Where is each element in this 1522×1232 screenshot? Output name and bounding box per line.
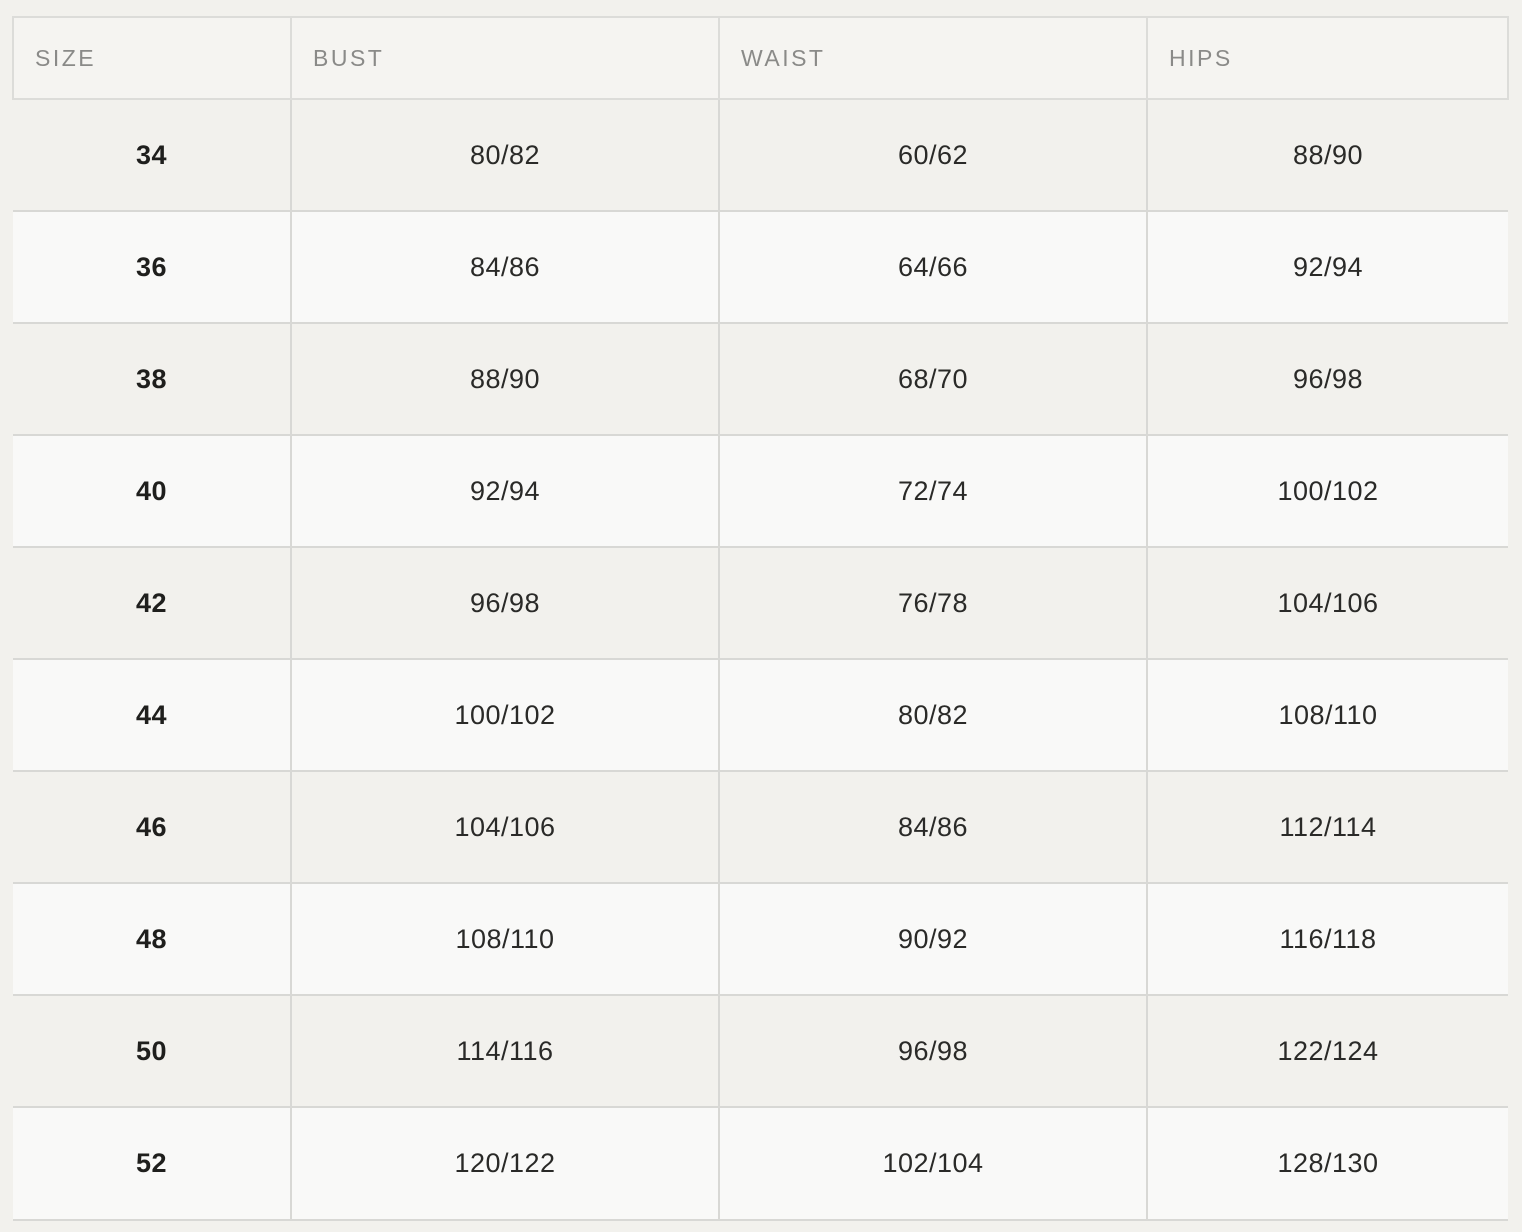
table-row: 48 108/110 90/92 116/118 (13, 883, 1508, 996)
hips-cell: 92/94 (1147, 211, 1508, 324)
bust-cell: 108/110 (291, 883, 720, 996)
table-row: 40 92/94 72/74 100/102 (13, 435, 1508, 548)
hips-cell: 96/98 (1147, 323, 1508, 436)
size-cell: 42 (13, 547, 292, 660)
bust-cell: 96/98 (291, 547, 720, 660)
hips-cell: 108/110 (1147, 659, 1508, 772)
table-row: 50 114/116 96/98 122/124 (13, 995, 1508, 1108)
size-chart: SIZE BUST WAIST HIPS 34 80/82 60/62 88/9… (12, 16, 1509, 1221)
size-cell: 48 (13, 883, 292, 996)
table-row: 34 80/82 60/62 88/90 (13, 99, 1508, 212)
size-cell: 40 (13, 435, 292, 548)
column-header-size: SIZE (12, 16, 292, 100)
hips-cell: 116/118 (1147, 883, 1508, 996)
table-row: 46 104/106 84/86 112/114 (13, 771, 1508, 884)
table-row: 42 96/98 76/78 104/106 (13, 547, 1508, 660)
waist-cell: 60/62 (719, 99, 1148, 212)
size-cell: 44 (13, 659, 292, 772)
waist-cell: 76/78 (719, 547, 1148, 660)
bust-cell: 120/122 (291, 1107, 720, 1221)
size-cell: 34 (13, 99, 292, 212)
size-cell: 38 (13, 323, 292, 436)
waist-cell: 96/98 (719, 995, 1148, 1108)
table-row: 36 84/86 64/66 92/94 (13, 211, 1508, 324)
size-cell: 36 (13, 211, 292, 324)
table-row: 52 120/122 102/104 128/130 (13, 1107, 1508, 1221)
bust-cell: 92/94 (291, 435, 720, 548)
column-header-waist: WAIST (718, 16, 1148, 100)
table-row: 38 88/90 68/70 96/98 (13, 323, 1508, 436)
column-header-hips: HIPS (1146, 16, 1509, 100)
hips-cell: 88/90 (1147, 99, 1508, 212)
hips-cell: 112/114 (1147, 771, 1508, 884)
bust-cell: 104/106 (291, 771, 720, 884)
table-header: SIZE BUST WAIST HIPS (12, 16, 1509, 100)
column-header-bust: BUST (290, 16, 720, 100)
bust-cell: 80/82 (291, 99, 720, 212)
waist-cell: 90/92 (719, 883, 1148, 996)
hips-cell: 104/106 (1147, 547, 1508, 660)
bust-cell: 100/102 (291, 659, 720, 772)
size-cell: 52 (13, 1107, 292, 1221)
bust-cell: 84/86 (291, 211, 720, 324)
size-cell: 46 (13, 771, 292, 884)
bust-cell: 88/90 (291, 323, 720, 436)
table-row: 44 100/102 80/82 108/110 (13, 659, 1508, 772)
waist-cell: 64/66 (719, 211, 1148, 324)
table-body: 34 80/82 60/62 88/90 36 84/86 64/66 92/9… (13, 99, 1508, 1221)
waist-cell: 72/74 (719, 435, 1148, 548)
waist-cell: 68/70 (719, 323, 1148, 436)
header-row: SIZE BUST WAIST HIPS (12, 16, 1509, 100)
waist-cell: 80/82 (719, 659, 1148, 772)
hips-cell: 100/102 (1147, 435, 1508, 548)
hips-cell: 128/130 (1147, 1107, 1508, 1221)
waist-cell: 84/86 (719, 771, 1148, 884)
bust-cell: 114/116 (291, 995, 720, 1108)
waist-cell: 102/104 (719, 1107, 1148, 1221)
size-table: SIZE BUST WAIST HIPS 34 80/82 60/62 88/9… (12, 16, 1509, 1221)
hips-cell: 122/124 (1147, 995, 1508, 1108)
size-cell: 50 (13, 995, 292, 1108)
